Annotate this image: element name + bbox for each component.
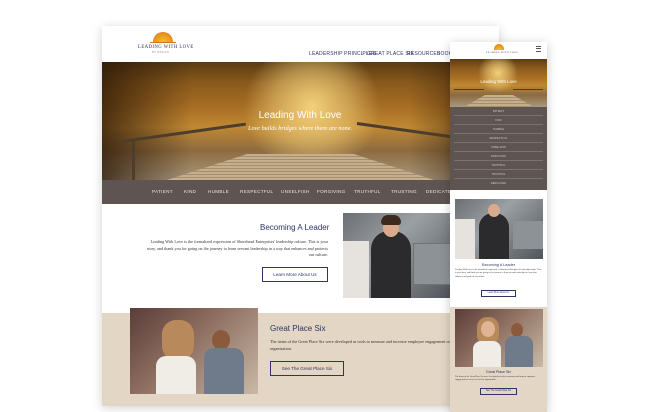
divider xyxy=(454,133,543,134)
nav-leadership-principles[interactable]: LEADERSHIP PRINCIPLES xyxy=(309,51,376,57)
see-great-six-button[interactable]: See The Great Place Six xyxy=(270,361,344,376)
mobile-bridge-rail xyxy=(513,89,543,90)
friend-right-head xyxy=(511,323,523,337)
friend-left-body xyxy=(156,356,196,394)
mobile-hero-title: Leading With Love xyxy=(480,79,517,84)
barista-photo xyxy=(343,213,452,298)
hero-subtitle: Love builds bridges where there are none… xyxy=(248,125,352,132)
mobile-great-six-body: The items of the Great Place Six were de… xyxy=(455,376,536,382)
learn-more-button[interactable]: Learn More About Us xyxy=(262,267,328,282)
friend-right-body xyxy=(204,348,244,394)
mobile-virtue-item[interactable]: TRUTHFUL xyxy=(450,164,547,167)
great-six-title: Great Place Six xyxy=(270,324,326,333)
friends-photo xyxy=(130,308,258,394)
virtue-item[interactable]: TRUSTING xyxy=(391,189,417,194)
mobile-barista-photo xyxy=(455,199,543,259)
mobile-friends-photo xyxy=(455,309,543,367)
mobile-header: LEADING WITH LOVE xyxy=(450,42,547,59)
logo-line2: BY DESIGN xyxy=(152,51,170,54)
divider xyxy=(454,160,543,161)
virtue-item[interactable]: PATIENT xyxy=(152,189,173,194)
mobile-bridge-deck xyxy=(464,95,534,107)
virtue-item[interactable]: TRUTHFUL xyxy=(354,189,381,194)
friend-right-head xyxy=(212,330,230,350)
divider xyxy=(454,142,543,143)
divider xyxy=(454,151,543,152)
mobile-hero: Leading With Love xyxy=(450,59,547,107)
mobile-virtue-item[interactable]: RESPECTFUL xyxy=(450,137,547,140)
mobile-learn-more-button[interactable]: Learn More About Us xyxy=(481,290,516,297)
mobile-virtue-item[interactable]: HUMBLE xyxy=(450,128,547,131)
virtue-item[interactable]: FORGIVING xyxy=(317,189,345,194)
virtue-item[interactable]: RESPECTFUL xyxy=(240,189,273,194)
espresso-machine xyxy=(413,243,452,285)
mobile-virtues-list: PATIENT KIND HUMBLE RESPECTFUL UNSELFISH… xyxy=(450,107,547,190)
barista-apron xyxy=(371,231,411,298)
divider xyxy=(454,178,543,179)
mobile-virtue-item[interactable]: PATIENT xyxy=(450,110,547,113)
mobile-bridge-rail xyxy=(454,89,484,90)
barista-hair xyxy=(381,215,401,225)
mobile-hero-sunlight xyxy=(478,59,518,93)
desktop-mockup: LEADING WITH LOVE BY DESIGN LEADERSHIP P… xyxy=(102,26,499,406)
mobile-leader-body: Leading With Love is the formalized expr… xyxy=(455,269,542,278)
hero-trees-left xyxy=(102,62,192,180)
friend-left-head xyxy=(481,321,495,337)
virtues-bar: PATIENT KIND HUMBLE RESPECTFUL UNSELFISH… xyxy=(102,180,499,204)
coworker-shirt xyxy=(455,219,475,259)
virtue-item[interactable]: HUMBLE xyxy=(208,189,229,194)
virtue-item[interactable]: KIND xyxy=(184,189,196,194)
divider xyxy=(454,169,543,170)
leader-body: Leading With Love is the formalized expr… xyxy=(146,239,328,257)
chevron-down-icon[interactable]: ⌄ xyxy=(360,51,363,56)
barista-apron xyxy=(479,213,509,259)
nav-resources[interactable]: RESOURCES xyxy=(407,51,440,57)
divider xyxy=(454,124,543,125)
divider xyxy=(454,115,543,116)
mobile-leader-title: Becoming A Leader xyxy=(482,263,515,267)
mobile-see-great-six-button[interactable]: See The Great Place Six xyxy=(480,388,517,395)
friend-left-body xyxy=(473,341,501,367)
leader-title: Becoming A Leader xyxy=(260,223,330,232)
hamburger-icon[interactable] xyxy=(536,46,541,52)
bridge-post-left xyxy=(132,140,135,180)
friend-left-hair xyxy=(162,320,194,360)
sun-logo-icon xyxy=(494,44,504,50)
espresso-machine xyxy=(513,221,543,249)
site-header: LEADING WITH LOVE BY DESIGN LEADERSHIP P… xyxy=(102,26,499,62)
mobile-virtue-item[interactable]: FORGIVING xyxy=(450,155,547,158)
bridge-deck xyxy=(167,154,434,180)
hero-title: Leading With Love xyxy=(258,110,342,121)
mobile-virtue-item[interactable]: UNSELFISH xyxy=(450,146,547,149)
mobile-virtue-item[interactable]: KIND xyxy=(450,119,547,122)
virtue-item[interactable]: UNSELFISH xyxy=(281,189,309,194)
hero-banner: Leading With Love Love builds bridges wh… xyxy=(102,62,499,180)
mobile-logo-text: LEADING WITH LOVE xyxy=(486,51,519,54)
mobile-great-six-title: Great Place Six xyxy=(486,370,511,374)
friend-right-body xyxy=(505,336,533,367)
barista-face xyxy=(488,204,500,217)
coworker-shirt xyxy=(343,241,369,298)
mobile-virtue-item[interactable]: TRUSTING xyxy=(450,173,547,176)
mobile-virtue-item[interactable]: DEDICATED xyxy=(450,182,547,185)
site-logo[interactable]: LEADING WITH LOVE BY DESIGN xyxy=(134,30,194,60)
mobile-mockup: LEADING WITH LOVE Leading With Love PATI… xyxy=(450,42,547,412)
logo-line1: LEADING WITH LOVE xyxy=(138,45,194,50)
logo-horizon xyxy=(150,42,176,43)
